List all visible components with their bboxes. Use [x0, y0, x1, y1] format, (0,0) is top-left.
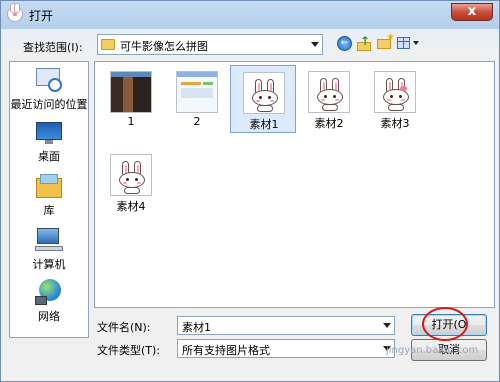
watermark: jingyan.baidu.com [386, 345, 479, 356]
network-icon [34, 278, 64, 306]
new-folder-button[interactable]: ★ [377, 32, 395, 50]
file-label: 2 [193, 115, 201, 128]
view-grid-icon [397, 37, 410, 49]
back-button[interactable]: ← [337, 36, 352, 51]
chevron-down-icon[interactable] [311, 42, 319, 47]
up-arrow-icon: ↑ [360, 34, 371, 48]
file-item[interactable]: 素材4 [98, 148, 164, 216]
file-label: 素材3 [380, 117, 410, 130]
chevron-down-icon[interactable] [383, 323, 391, 328]
up-one-level-button[interactable]: ↑ [356, 34, 372, 52]
window-title: 打开 [29, 9, 54, 23]
folder-icon [101, 39, 115, 50]
place-desktop[interactable]: 桌面 [10, 120, 88, 164]
file-item[interactable]: 素材3 [362, 65, 428, 133]
title-bar[interactable]: 打开 x [1, 1, 499, 29]
file-label: 1 [127, 115, 135, 128]
place-label: 计算机 [32, 258, 66, 271]
open-file-dialog: 打开 x 查找范围(I): 可牛影像怎么拼图 ← ↑ ★ 最近访问的位置 桌面 … [0, 0, 500, 382]
file-item-selected[interactable]: 素材1 [230, 65, 296, 133]
file-label: 素材2 [314, 117, 344, 130]
look-in-value: 可牛影像怎么拼图 [120, 40, 208, 53]
bunny-thumbnail [308, 71, 350, 113]
place-label: 网络 [38, 310, 60, 323]
close-button[interactable]: x [451, 3, 493, 21]
bunny-thumbnail [374, 71, 416, 113]
recent-places-icon [34, 66, 64, 94]
place-label: 库 [43, 204, 55, 217]
computer-icon [34, 226, 64, 254]
file-item[interactable]: 1 [98, 65, 164, 133]
filetype-value: 所有支持图片格式 [182, 344, 270, 357]
view-menu-button[interactable] [397, 36, 421, 51]
filetype-select[interactable]: 所有支持图片格式 [177, 339, 395, 358]
bunny-thumbnail [110, 154, 152, 196]
place-libraries[interactable]: 库 [10, 172, 88, 218]
place-label: 最近访问的位置 [10, 98, 88, 111]
place-computer[interactable]: 计算机 [10, 226, 88, 272]
filename-label: 文件名(N): [97, 321, 151, 334]
place-label: 桌面 [38, 150, 60, 163]
bunny-thumbnail [243, 72, 285, 114]
bunny-app-icon [7, 3, 23, 22]
place-recent[interactable]: 最近访问的位置 [10, 66, 88, 112]
chevron-down-icon [413, 41, 419, 45]
highlight-ring [422, 307, 468, 341]
filename-value: 素材1 [182, 321, 211, 334]
place-network[interactable]: 网络 [10, 278, 88, 324]
star-icon: ★ [386, 32, 395, 43]
filename-input[interactable]: 素材1 [177, 316, 395, 335]
look-in-dropdown[interactable]: 可牛影像怎么拼图 [97, 34, 323, 55]
file-item[interactable]: 2 [164, 65, 230, 133]
file-label: 素材4 [116, 200, 146, 213]
file-list[interactable]: 1 2 素材1 素材2 素材3 素材4 [94, 61, 495, 308]
libraries-icon [34, 172, 64, 200]
look-in-label: 查找范围(I): [23, 41, 83, 54]
places-bar: 最近访问的位置 桌面 库 计算机 网络 [9, 61, 89, 338]
filetype-label: 文件类型(T): [97, 344, 161, 357]
desktop-icon [34, 120, 64, 146]
file-label: 素材1 [249, 118, 279, 131]
webpage-thumbnail [176, 71, 218, 113]
photo-thumbnail [110, 71, 152, 113]
file-item[interactable]: 素材2 [296, 65, 362, 133]
